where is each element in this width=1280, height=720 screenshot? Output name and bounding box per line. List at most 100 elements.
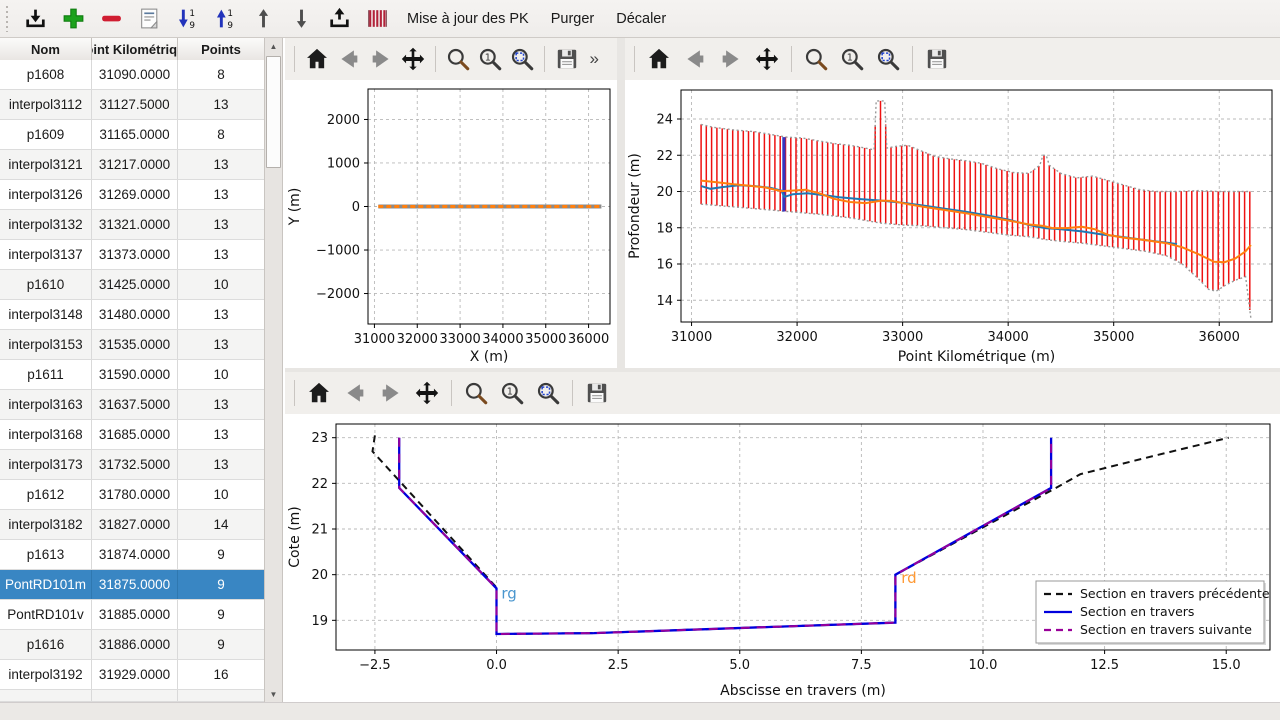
scrollbar-thumb[interactable] — [266, 56, 281, 168]
table-row[interactable]: p161031425.000010 — [0, 270, 265, 300]
table-scrollbar[interactable]: ▲ ▼ — [264, 38, 282, 702]
save-button[interactable] — [552, 42, 582, 76]
annotation-rg: rg — [501, 584, 516, 602]
trace-plot-canvas[interactable]: 310003200033000340003500036000−2000−1000… — [285, 80, 617, 373]
table-row[interactable]: interpol317331732.500013 — [0, 450, 265, 480]
zoom-box-button[interactable] — [531, 376, 565, 410]
table-cell: 16 — [178, 660, 265, 689]
table-cell: 9 — [178, 630, 265, 659]
section-plot-canvas[interactable]: −2.50.02.55.07.510.012.515.01920212223Ab… — [285, 414, 1280, 707]
remove-button[interactable] — [93, 3, 129, 35]
toolbar-separator — [451, 380, 452, 406]
table-cell: 31732.5000 — [92, 450, 178, 479]
table-row[interactable]: p161131590.000010 — [0, 360, 265, 390]
table-cell: 10 — [178, 360, 265, 389]
svg-text:1: 1 — [484, 52, 490, 63]
table-row[interactable]: interpol313231321.000013 — [0, 210, 265, 240]
table-row[interactable]: p161331874.00009 — [0, 540, 265, 570]
table-cell: interpol3173 — [0, 450, 92, 479]
section-plot-toolbar: 1 — [285, 372, 1280, 414]
table-cell: 31637.5000 — [92, 390, 178, 419]
table-row[interactable]: p161631886.00009 — [0, 630, 265, 660]
home-button[interactable] — [302, 376, 336, 410]
update-pk-button[interactable]: Mise à jour des PK — [397, 3, 539, 35]
zoom-button[interactable] — [799, 42, 833, 76]
table-row[interactable]: interpol318231827.000014 — [0, 510, 265, 540]
table-cell — [0, 690, 92, 701]
x-tick-label: 34000 — [987, 330, 1028, 345]
toolbar-separator — [544, 46, 545, 72]
move-down-button[interactable] — [283, 3, 319, 35]
add-button[interactable] — [55, 3, 91, 35]
zoom-box-button[interactable] — [871, 42, 905, 76]
export-button[interactable] — [321, 3, 357, 35]
zoom-box-button[interactable] — [507, 42, 537, 76]
y-tick-label: 14 — [656, 294, 673, 309]
save-button[interactable] — [580, 376, 614, 410]
table-row[interactable]: p161231780.000010 — [0, 480, 265, 510]
table-row[interactable]: p160831090.00008 — [0, 60, 265, 90]
zoom-button[interactable] — [459, 376, 493, 410]
table-row[interactable]: p160931165.00008 — [0, 120, 265, 150]
table-row[interactable]: PontRD101v31885.00009 — [0, 600, 265, 630]
sort-desc-icon: 19 — [175, 6, 200, 31]
shift-button[interactable]: Décaler — [606, 3, 676, 35]
forward-button[interactable] — [714, 42, 748, 76]
table-row[interactable]: interpol316831685.000013 — [0, 420, 265, 450]
toolbar-gripper[interactable] — [3, 6, 11, 32]
zoom-one-icon: 1 — [477, 46, 503, 72]
application-window: 1919Mise à jour des PKPurgerDécaler NomP… — [0, 0, 1280, 720]
zoom-one-button[interactable]: 1 — [475, 42, 505, 76]
zoom-button[interactable] — [443, 42, 473, 76]
save-button[interactable] — [920, 42, 954, 76]
scroll-up-arrow-icon[interactable]: ▲ — [265, 38, 282, 54]
x-tick-label: 33000 — [439, 332, 480, 347]
zoom-one-button[interactable]: 1 — [835, 42, 869, 76]
table-cell: 13 — [178, 90, 265, 119]
toolbar-overflow-button[interactable]: » — [584, 48, 605, 70]
sort-ascending-button[interactable]: 19 — [207, 3, 243, 35]
table-row[interactable]: interpol314831480.000013 — [0, 300, 265, 330]
purge-button[interactable]: Purger — [541, 3, 605, 35]
table-cell: p1609 — [0, 120, 92, 149]
table-row[interactable]: interpol312131217.000013 — [0, 150, 265, 180]
pan-button[interactable] — [410, 376, 444, 410]
y-tick-label: −1000 — [316, 244, 360, 259]
table-row-selected[interactable]: PontRD101m31875.00009 — [0, 570, 265, 600]
x-tick-label: 12.5 — [1090, 658, 1119, 673]
zoom-one-button[interactable]: 1 — [495, 376, 529, 410]
pan-button[interactable] — [750, 42, 784, 76]
table-row[interactable]: interpol319231929.000016 — [0, 660, 265, 690]
column-header-points[interactable]: Points — [178, 38, 265, 60]
scroll-down-arrow-icon[interactable]: ▼ — [265, 686, 282, 702]
table-cell: 9 — [178, 540, 265, 569]
table-cell: p1608 — [0, 60, 92, 89]
back-button[interactable] — [678, 42, 712, 76]
table-row[interactable]: interpol313731373.000013 — [0, 240, 265, 270]
back-button[interactable] — [338, 376, 372, 410]
column-header-pk[interactable]: Point Kilométrique — [92, 38, 178, 60]
table-row[interactable]: interpol312631269.000013 — [0, 180, 265, 210]
table-row[interactable]: interpol316331637.500013 — [0, 390, 265, 420]
move-up-button[interactable] — [245, 3, 281, 35]
home-button[interactable] — [642, 42, 676, 76]
profil-plot-canvas[interactable]: 3100032000330003400035000360001416182022… — [625, 80, 1280, 373]
table-cell: 31127.5000 — [92, 90, 178, 119]
table-row[interactable]: interpol315331535.000013 — [0, 330, 265, 360]
back-button[interactable] — [334, 42, 364, 76]
home-icon — [306, 380, 332, 406]
notes-button[interactable] — [131, 3, 167, 35]
x-tick-label: 5.0 — [729, 658, 750, 673]
forward-button[interactable] — [366, 42, 396, 76]
legend-label: Section en travers suivante — [1080, 622, 1252, 637]
home-button[interactable] — [302, 42, 332, 76]
import-button[interactable] — [17, 3, 53, 35]
table-row[interactable]: interpol311231127.500013 — [0, 90, 265, 120]
column-header-nom[interactable]: Nom — [0, 38, 92, 60]
pan-button[interactable] — [398, 42, 428, 76]
forward-button[interactable] — [374, 376, 408, 410]
sort-descending-button[interactable]: 19 — [169, 3, 205, 35]
x-axis-label: Abscisse en travers (m) — [720, 683, 886, 699]
table-body[interactable]: p160831090.00008interpol311231127.500013… — [0, 60, 265, 702]
sections-button[interactable] — [359, 3, 395, 35]
